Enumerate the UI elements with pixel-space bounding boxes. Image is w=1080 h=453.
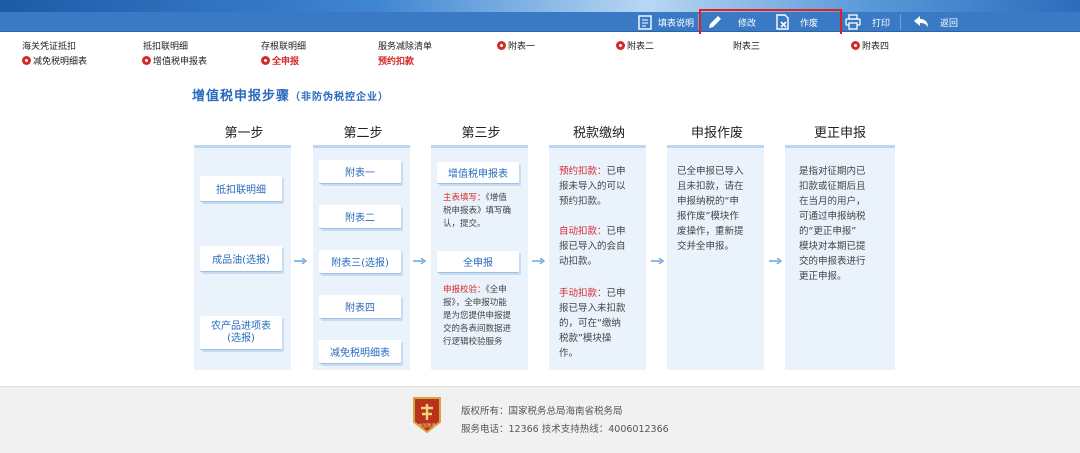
print-button[interactable]: 打印 xyxy=(844,12,890,32)
tax-payment-header: 税款缴纳 xyxy=(572,126,625,141)
payment-scheduled-text: 预约扣款：已申 报未导入的可以 预约扣款。 xyxy=(559,166,626,207)
nav-schedule-4[interactable]: 附表四 xyxy=(851,39,889,52)
nav-schedule-2[interactable]: 附表二 xyxy=(616,39,654,52)
status-dot-icon xyxy=(261,56,270,65)
step-2-header: 第二步 xyxy=(343,126,383,141)
arrow-right-icon xyxy=(651,258,665,264)
step3-vat-return-button[interactable]: 增值税申报表 xyxy=(437,162,519,184)
status-dot-icon xyxy=(616,41,625,50)
nav-vat-return[interactable]: 增值税申报表 xyxy=(142,54,207,67)
step3-note-main-form: 主表填写：《增值 税申报表》填写确 认，提交。 xyxy=(443,193,512,229)
toolbar-divider xyxy=(900,14,901,30)
step3-note-validation: 申报校验：《全申 报》，全申报功能 是为您提供申报提 交的各表间数据进 行逻辑校… xyxy=(443,285,512,347)
status-dot-icon xyxy=(142,56,151,65)
status-dot-icon xyxy=(851,41,860,50)
top-banner-strip xyxy=(0,0,1080,12)
step1-deduction-detail-button[interactable]: 抵扣联明细 xyxy=(200,176,282,202)
correct-declaration-text: 是指对征期内已 扣款或征期后且 在当月的用户， 可通过申报纳税 的“更正申报” … xyxy=(799,166,866,282)
back-label: 返回 xyxy=(940,18,959,29)
nav-full-declaration[interactable]: 全申报 xyxy=(261,54,299,67)
arrow-right-icon xyxy=(532,258,546,264)
step2-schedule-1-button[interactable]: 附表一 xyxy=(319,160,401,184)
form-nav: 海关凭证抵扣 抵扣联明细 存根联明细 服务减除清单 附表一 附表二 附表三 附表… xyxy=(0,34,1080,68)
back-arrow-icon xyxy=(912,13,930,31)
fill-description-label: 填表说明 xyxy=(658,18,695,29)
step3-full-declaration-button[interactable]: 全申报 xyxy=(437,251,519,273)
arrow-right-icon xyxy=(294,258,308,264)
step-1-header: 第一步 xyxy=(224,126,264,141)
nav-stub-detail[interactable]: 存根联明细 xyxy=(261,39,306,52)
nav-schedule-3[interactable]: 附表三 xyxy=(733,39,760,52)
nav-scheduled-deduction[interactable]: 预约扣款 xyxy=(378,54,414,67)
tax-bureau-logo: 中国税务 xyxy=(411,396,443,434)
correct-declaration-header: 更正申报 xyxy=(813,126,866,141)
void-declaration-text: 已全申报已导入 且未扣款，请在 申报纳税的“申 报作废”模块作 废操作，重新提 … xyxy=(677,166,744,252)
page-subtitle: （非防伪税控企业） xyxy=(290,92,390,103)
arrow-right-icon xyxy=(769,258,783,264)
step-3-header: 第三步 xyxy=(461,126,501,141)
step2-schedule-2-button[interactable]: 附表二 xyxy=(319,205,401,229)
page-title: 增值税申报步骤（非防伪税控企业） xyxy=(192,89,390,104)
nav-deduction-detail[interactable]: 抵扣联明细 xyxy=(143,39,188,52)
nav-service-deduction-list[interactable]: 服务减除清单 xyxy=(378,39,432,52)
step1-agri-products-button[interactable]: 农产品进项表 (选报) xyxy=(200,316,282,350)
fill-description-button[interactable]: 填表说明 xyxy=(636,12,694,32)
step2-schedule-3-button[interactable]: 附表三(选报) xyxy=(319,250,401,274)
nav-schedule-1[interactable]: 附表一 xyxy=(497,39,535,52)
status-dot-icon xyxy=(22,56,31,65)
arrow-right-icon xyxy=(413,258,427,264)
step2-schedule-4-button[interactable]: 附表四 xyxy=(319,295,401,319)
void-declaration-header: 申报作废 xyxy=(690,126,743,141)
svg-text:中国税务: 中国税务 xyxy=(418,422,436,429)
step2-reduction-detail-button[interactable]: 减免税明细表 xyxy=(319,340,401,364)
nav-tax-reduction-detail[interactable]: 减免税明细表 xyxy=(22,54,87,67)
nav-customs-deduction[interactable]: 海关凭证抵扣 xyxy=(22,39,76,52)
printer-icon xyxy=(844,13,862,31)
step1-refined-oil-button[interactable]: 成品油(选报) xyxy=(200,246,282,272)
footer-copyright: 版权所有：国家税务总局海南省税务局 xyxy=(461,406,623,417)
toolbar: 填表说明 修改 作废 打印 返回 xyxy=(0,12,1080,32)
document-icon xyxy=(636,13,654,31)
footer-service-phone: 服务电话：12366 技术支持热线：4006012366 xyxy=(461,424,669,435)
back-button[interactable]: 返回 xyxy=(912,12,958,32)
print-label: 打印 xyxy=(872,18,891,29)
status-dot-icon xyxy=(497,41,506,50)
payment-manual-text: 手动扣款：已申 报已导入未扣款 的，可在“缴纳 税款”模块操 作。 xyxy=(559,288,626,359)
highlight-box xyxy=(699,9,842,36)
footer: 中国税务 版权所有：国家税务总局海南省税务局 服务电话：12366 技术支持热线… xyxy=(0,386,1080,453)
payment-auto-text: 自动扣款：已申 报已导入的会自 动扣款。 xyxy=(559,226,626,267)
